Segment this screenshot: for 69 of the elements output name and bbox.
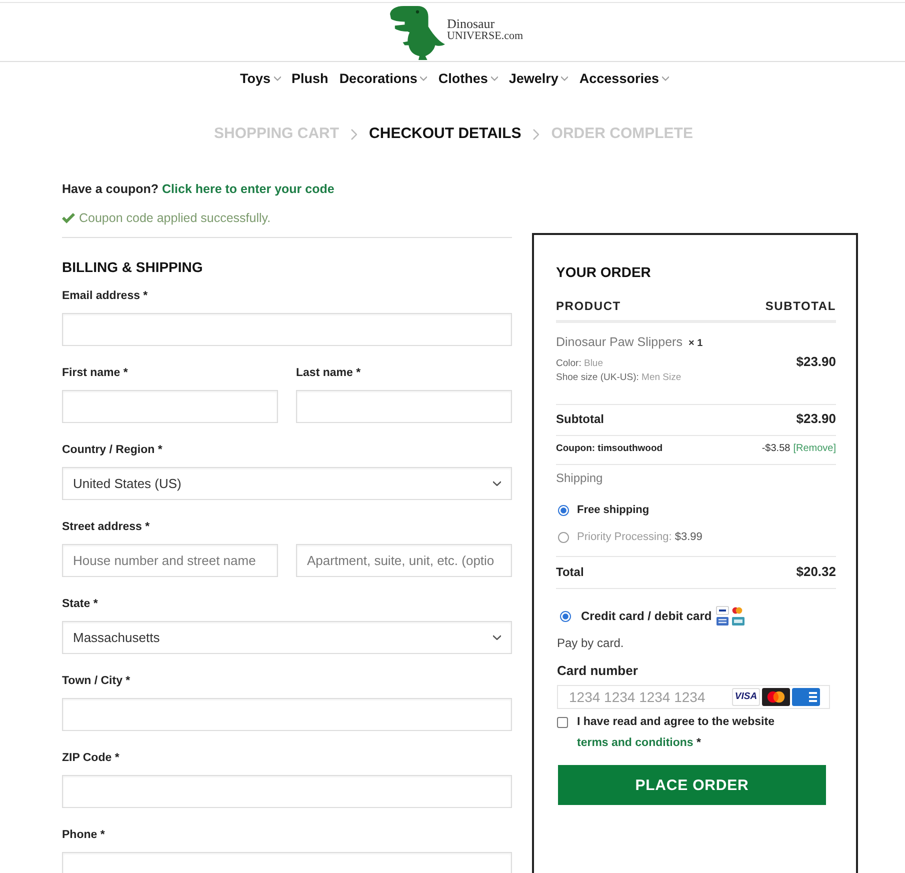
column-header: SUBTOTAL [765, 298, 836, 314]
section-title: BILLING & SHIPPING [62, 258, 203, 276]
card-logo-icon [762, 688, 790, 706]
discount-amount: -$3.58 [762, 442, 790, 456]
coupon-prompt: Have a coupon? Click here to enter your code [62, 181, 334, 198]
coupon-label: Coupon: timsouthwood [556, 442, 663, 456]
input-field[interactable] [62, 698, 512, 731]
select-field[interactable]: Massachusetts [62, 621, 512, 654]
success-message: Coupon code applied successfully. [79, 210, 271, 227]
nav-link[interactable]: Clothes [438, 70, 498, 88]
nav-link[interactable]: Plush [292, 70, 328, 88]
field-label: Last name * [296, 366, 361, 381]
payment-method-label: Credit card / debit card [581, 608, 712, 625]
checkbox[interactable] [557, 717, 568, 728]
input-field[interactable] [62, 313, 512, 346]
radio-button[interactable] [558, 532, 569, 542]
field-label: Email address * [62, 289, 148, 304]
card-number-label: Card number [557, 663, 638, 679]
shipping-option-label: Free shipping [577, 503, 650, 518]
select-field[interactable]: United States (US) [62, 467, 512, 500]
item-price: $23.90 [796, 354, 836, 370]
logo-title: Dinosaur [446, 16, 495, 30]
input-field[interactable] [62, 775, 512, 808]
product-attribute: Color: Blue [556, 357, 603, 371]
card-logo-icon [792, 688, 820, 706]
field-label: Town / City * [62, 674, 130, 689]
card-brand-logo: VISA [732, 688, 760, 706]
field-label: First name * [62, 366, 128, 381]
input-field[interactable]: Apartment, suite, unit, etc. (optio [296, 544, 512, 577]
subtotal-label: Subtotal [556, 411, 604, 427]
field-label: ZIP Code * [62, 751, 120, 766]
dinosaur-icon [388, 4, 445, 60]
field-label: Phone * [62, 828, 105, 843]
shipping-label: Shipping [556, 470, 603, 486]
radio-button[interactable] [558, 504, 569, 516]
nav-link[interactable]: Jewelry [508, 70, 568, 88]
checkout-step[interactable]: CHECKOUT DETAILS [369, 123, 522, 145]
chevron-down-icon [493, 481, 501, 486]
chevron-down-icon [493, 635, 501, 640]
product-name: Dinosaur Paw Slippers [556, 334, 682, 350]
input-field[interactable]: House number and street name [62, 544, 278, 577]
field-label: Country / Region * [62, 443, 162, 458]
chevron-right-icon [533, 128, 540, 140]
payment-cards-icon [716, 606, 745, 626]
chevron-right-icon [351, 128, 358, 140]
radio-button[interactable] [560, 610, 571, 622]
field-label: Street address * [62, 520, 150, 535]
remove-coupon-link[interactable]: [Remove] [793, 442, 836, 456]
product-attribute: Shoe size (UK-US): Men Size [556, 371, 682, 385]
field-label: State * [62, 597, 98, 612]
subtotal-value: $23.90 [796, 411, 836, 427]
total-value: $20.32 [796, 564, 836, 580]
shipping-option-label: Priority Processing: $3.99 [577, 530, 702, 545]
order-title: YOUR ORDER [556, 263, 651, 281]
check-icon [62, 212, 75, 224]
payment-description: Pay by card. [557, 635, 624, 651]
logo-subtitle: UNIVERSE.com [446, 30, 524, 42]
nav-link[interactable]: Decorations [339, 70, 428, 88]
terms-label: I have read and agree to the website terms and conditions * [577, 715, 776, 751]
column-header: PRODUCT [556, 298, 621, 314]
nav-link[interactable]: Accessories [579, 70, 669, 88]
input-field[interactable] [62, 390, 278, 423]
place-order-button[interactable]: PLACE ORDER [558, 765, 826, 805]
total-label: Total [556, 564, 584, 580]
coupon-link[interactable]: Click here to enter your code [162, 182, 334, 196]
terms-link[interactable]: terms and conditions [577, 737, 694, 749]
product-quantity: × 1 [688, 337, 703, 351]
nav-link[interactable]: Toys [240, 70, 281, 88]
input-field[interactable] [296, 390, 512, 423]
